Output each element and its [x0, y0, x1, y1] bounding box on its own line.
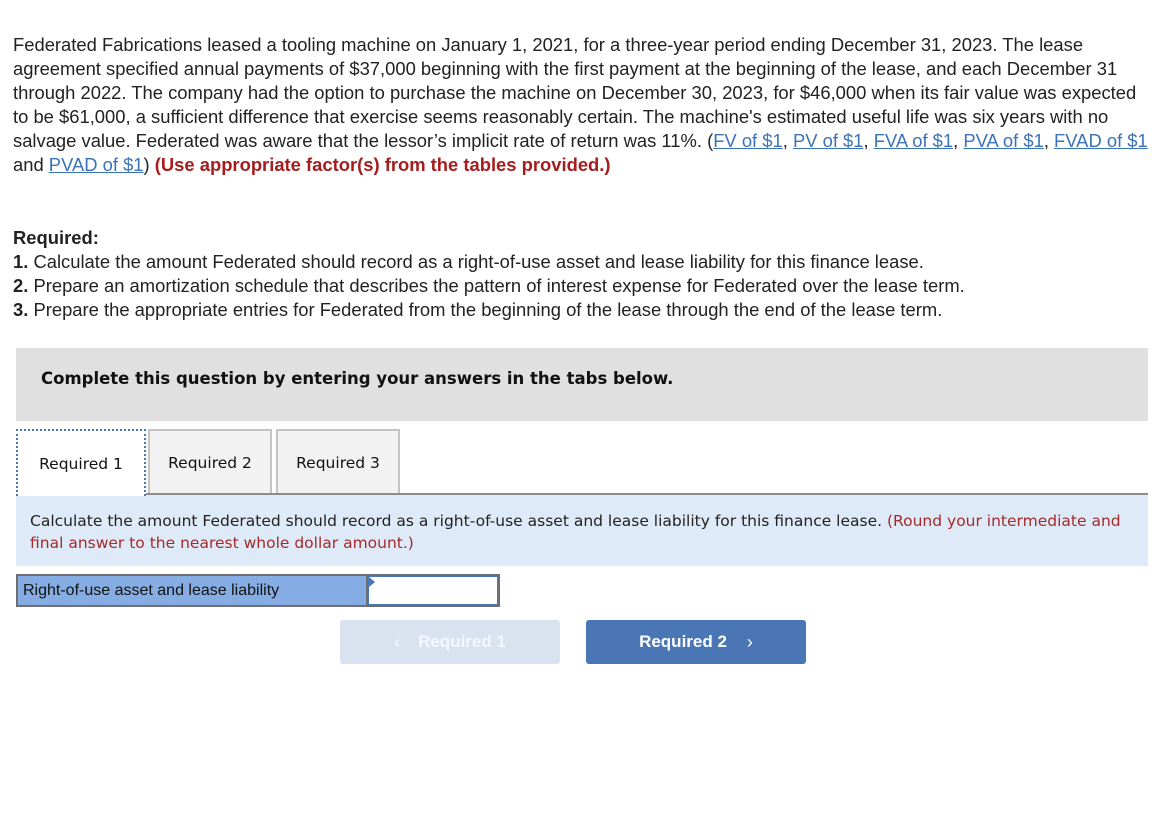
item-number: 2. [13, 275, 29, 296]
prev-required-button[interactable]: ‹ Required 1 [340, 620, 560, 664]
required-item-1: 1. Calculate the amount Federated should… [13, 250, 1153, 274]
next-button-label: Required 2 [639, 632, 727, 651]
tab-required-2[interactable]: Required 2 [148, 429, 272, 494]
problem-statement: Federated Fabrications leased a tooling … [13, 33, 1153, 177]
tab-required-3[interactable]: Required 3 [276, 429, 400, 494]
required-item-2: 2. Prepare an amortization schedule that… [13, 274, 1153, 298]
item-text: Calculate the amount Federated should re… [28, 251, 924, 272]
link-fv-table[interactable]: FV of $1 [713, 130, 783, 151]
item-text: Prepare the appropriate entries for Fede… [28, 299, 943, 320]
rou-asset-lease-liability-input[interactable] [369, 577, 497, 604]
input-marker-icon [369, 577, 375, 587]
required-list: Required: 1. Calculate the amount Federa… [13, 226, 1153, 322]
instruction-text: Calculate the amount Federated should re… [30, 512, 887, 530]
link-pvad-table[interactable]: PVAD of $1 [49, 154, 144, 175]
answer-label: Right-of-use asset and lease liability [18, 576, 366, 605]
separator: , [1043, 130, 1055, 151]
separator: , [953, 130, 964, 151]
link-fvad-table[interactable]: FVAD of $1 [1054, 130, 1148, 151]
instruction-banner: Complete this question by entering your … [16, 348, 1148, 421]
link-fva-table[interactable]: FVA of $1 [874, 130, 953, 151]
item-number: 1. [13, 251, 29, 272]
chevron-left-icon: ‹ [394, 631, 401, 652]
chevron-right-icon: › [746, 631, 753, 652]
required-heading: Required: [13, 227, 99, 248]
tab-instructions: Calculate the amount Federated should re… [16, 495, 1148, 566]
item-number: 3. [13, 299, 29, 320]
answer-row: Right-of-use asset and lease liability [16, 574, 500, 607]
separator: , [863, 130, 874, 151]
and-text: and [13, 154, 49, 175]
separator: , [782, 130, 793, 151]
next-required-button[interactable]: Required 2 › [586, 620, 806, 664]
tab-bar: Required 1 Required 2 Required 3 [16, 429, 1148, 496]
required-item-3: 3. Prepare the appropriate entries for F… [13, 298, 1153, 322]
factor-instruction: (Use appropriate factor(s) from the tabl… [149, 154, 611, 175]
tab-required-1[interactable]: Required 1 [16, 429, 146, 496]
link-pva-table[interactable]: PVA of $1 [963, 130, 1043, 151]
link-pv-table[interactable]: PV of $1 [793, 130, 864, 151]
prev-button-label: Required 1 [418, 632, 506, 651]
answer-input-cell[interactable] [368, 576, 498, 605]
item-text: Prepare an amortization schedule that de… [28, 275, 965, 296]
